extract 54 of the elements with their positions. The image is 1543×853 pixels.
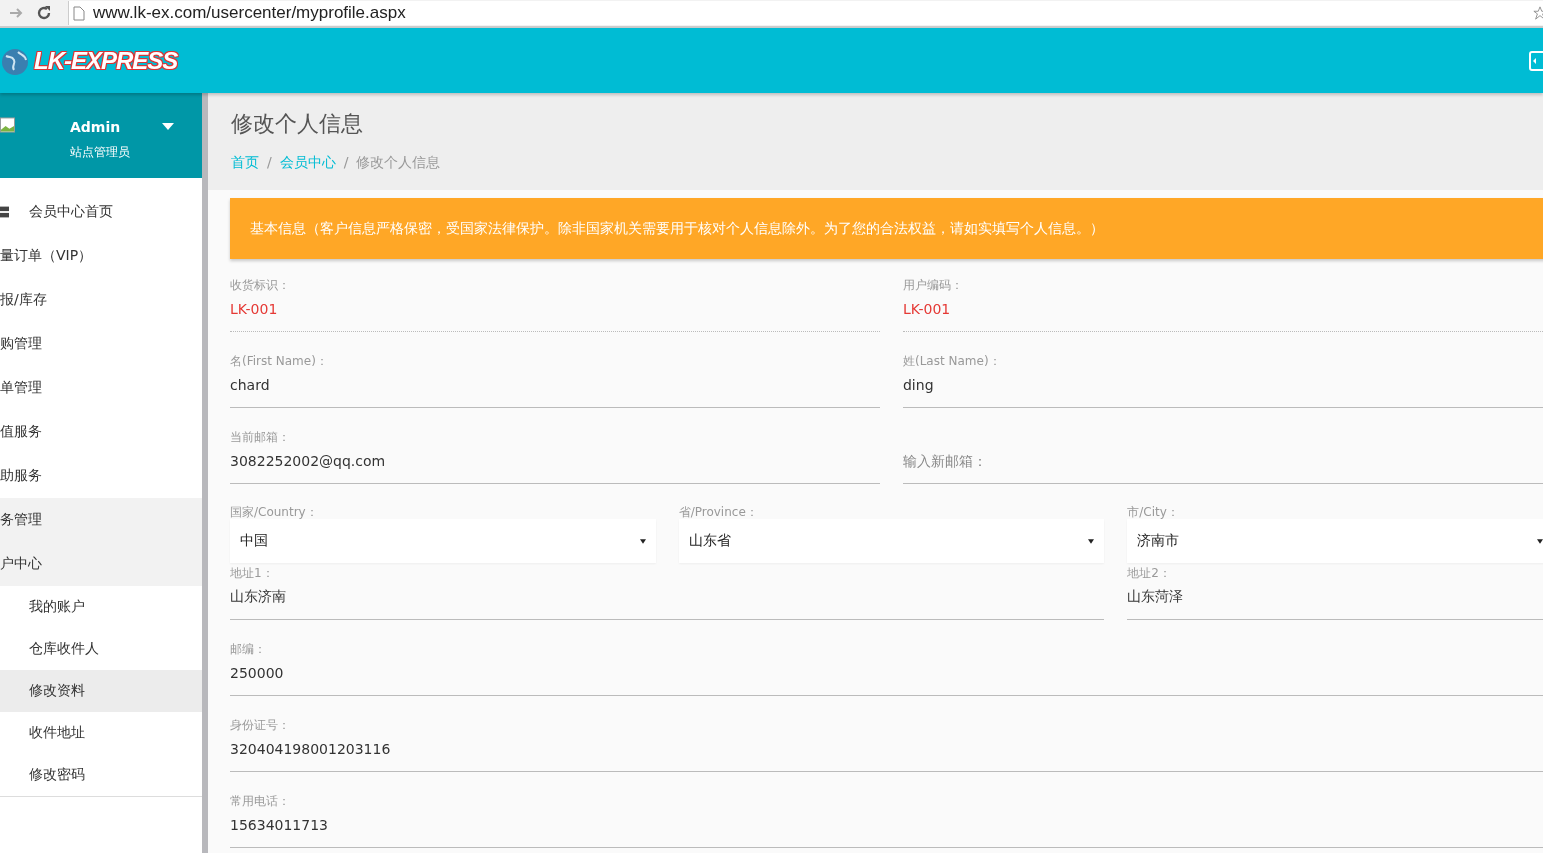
reload-icon[interactable] bbox=[36, 5, 52, 21]
sidebar-item[interactable]: 户中心 bbox=[0, 542, 202, 586]
input-field[interactable]: 250000 bbox=[230, 659, 1543, 696]
field-label: 收货标识： bbox=[230, 277, 291, 294]
field-label: 名(First Name)： bbox=[230, 353, 329, 370]
caret-icon bbox=[1537, 538, 1543, 544]
field-label: 市/City： bbox=[1127, 505, 1180, 519]
user-role: 站点管理员 bbox=[70, 144, 131, 161]
input-field[interactable]: 15634011713 bbox=[230, 811, 1543, 848]
field-label: 地址1： bbox=[230, 565, 275, 582]
field-label: 国家/Country： bbox=[230, 505, 319, 519]
notice-banner: 基本信息（客户信息严格保密，受国家法律保护。除非国家机关需要用于核对个人信息除外。为了您的合法权益，请如实填写个人信息。） bbox=[230, 198, 1543, 259]
input-field[interactable]: ding bbox=[903, 371, 1543, 408]
field-label: 用户编码： bbox=[903, 277, 964, 294]
input-field[interactable]: 输入新邮箱： bbox=[903, 447, 1543, 484]
sidebar-item[interactable]: 购管理 bbox=[0, 322, 202, 366]
caret-icon[interactable] bbox=[162, 123, 174, 131]
page-icon bbox=[73, 5, 85, 21]
input-field[interactable]: 320404198001203116 bbox=[230, 735, 1543, 772]
input-field[interactable]: 3082252002@qq.com bbox=[230, 447, 880, 484]
image-icon bbox=[0, 117, 15, 133]
page-title: 修改个人信息 bbox=[231, 110, 364, 138]
field-label: 常用电话： bbox=[230, 793, 291, 810]
sidebar-subitem[interactable]: 修改资料 bbox=[0, 670, 202, 712]
input-field[interactable]: chard bbox=[230, 371, 880, 408]
select-field[interactable]: 山东省 bbox=[678, 519, 1105, 563]
field-label: 身份证号： bbox=[230, 717, 291, 734]
fullscreen-icon[interactable] bbox=[1529, 49, 1543, 72]
breadcrumb-current: 修改个人信息 bbox=[356, 154, 441, 172]
input-field[interactable]: 山东菏泽 bbox=[1127, 583, 1543, 620]
select-field[interactable]: 中国 bbox=[230, 519, 656, 563]
sidebar-item[interactable]: 值服务 bbox=[0, 410, 202, 454]
field-label: 省/Province： bbox=[678, 505, 759, 519]
caret-icon bbox=[1088, 538, 1095, 544]
sidebar-item[interactable]: 务管理 bbox=[0, 498, 202, 542]
select-field[interactable]: 济南市 bbox=[1127, 519, 1543, 563]
star-icon[interactable] bbox=[1533, 5, 1543, 21]
breadcrumb-separator: / bbox=[267, 154, 272, 172]
readonly-field: LK-001 bbox=[230, 295, 880, 332]
sidebar-item[interactable]: 报/库存 bbox=[0, 278, 202, 322]
input-field[interactable]: 山东济南 bbox=[230, 583, 1105, 620]
sidebar-item[interactable]: 单管理 bbox=[0, 366, 202, 410]
field-label: 地址2： bbox=[1127, 565, 1172, 582]
grid-icon bbox=[0, 205, 9, 219]
sidebar-item[interactable]: 助服务 bbox=[0, 454, 202, 498]
sidebar-item[interactable]: 会员中心首页 bbox=[0, 190, 202, 234]
readonly-field: LK-001 bbox=[903, 295, 1543, 332]
field-label: 当前邮箱： bbox=[230, 429, 291, 446]
field-label: 邮编： bbox=[230, 641, 267, 658]
user-name[interactable]: Admin bbox=[70, 119, 162, 135]
sidebar-item[interactable]: 量订单（VIP） bbox=[0, 234, 202, 278]
caret-icon bbox=[639, 538, 646, 544]
field-label: 姓(Last Name)： bbox=[903, 353, 1002, 370]
breadcrumb-separator: / bbox=[343, 154, 349, 172]
